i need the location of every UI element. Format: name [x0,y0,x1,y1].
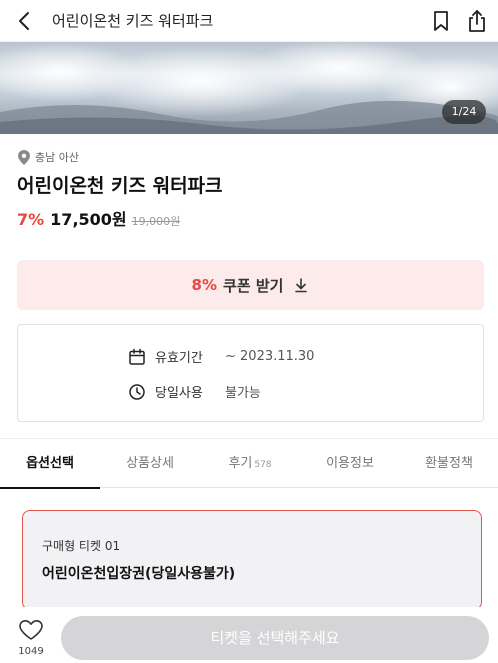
sameday-label: 당일사용 [155,386,203,401]
clock-icon [129,383,145,400]
option-name: 어린이온천입장권(당일사용불가) [42,566,236,582]
original-price: 19,000원 [131,215,181,228]
ticket-info-box: 유효기간 ~ 2023.11.30 당일사용 불가능 [17,324,484,422]
tab-label: 옵션선택 [26,456,74,471]
sale-price: 17,500원 [50,210,127,229]
review-count: 578 [254,460,272,470]
tab-option-select[interactable]: 옵션선택 [0,439,100,489]
tab-label: 환불정책 [425,456,473,471]
tab-label: 상품상세 [126,456,174,471]
bookmark-icon[interactable] [428,8,454,34]
validity-label: 유효기간 [155,351,203,366]
bottom-action-bar: 1049 티켓을 선택해주세요 [0,607,498,663]
location-pin-icon [18,149,30,165]
like-count: 1049 [18,646,44,657]
tab-usage-info[interactable]: 이용정보 [300,439,400,489]
validity-row: 유효기간 ~ 2023.11.30 [128,347,314,366]
location-text: 충남 아산 [35,151,79,164]
section-tabs: 옵션선택 상품상세 후기 578 이용정보 환불정책 [0,438,498,489]
discount-rate: 7% [17,210,45,229]
header-title: 어린이온천 키즈 워터파크 [52,12,214,30]
coupon-rate: 8% [191,276,218,294]
calendar-icon [129,348,145,365]
option-subtitle: 구매형 티켓 01 [42,539,121,553]
ticket-option-card[interactable]: 구매형 티켓 01 어린이온천입장권(당일사용불가) [22,510,482,610]
tab-label: 이용정보 [326,456,374,471]
sameday-value: 불가능 [225,386,261,401]
like-button[interactable]: 1049 [16,619,46,659]
validity-value: ~ 2023.11.30 [225,349,315,364]
sameday-row: 당일사용 불가능 [128,382,261,401]
heart-icon [19,620,43,640]
tab-reviews[interactable]: 후기 578 [200,439,300,489]
product-title: 어린이온천 키즈 워터파크 [17,175,223,197]
tab-refund-policy[interactable]: 환불정책 [400,439,498,489]
download-arrow-icon [295,278,308,293]
share-icon[interactable] [464,8,490,34]
coupon-label: 쿠폰 받기 [223,276,284,295]
coupon-download-button[interactable]: 8% 쿠폰 받기 [17,260,484,310]
back-arrow-icon[interactable] [12,8,38,34]
select-ticket-button[interactable]: 티켓을 선택해주세요 [61,616,489,660]
top-app-bar: 어린이온천 키즈 워터파크 [0,0,498,42]
water-splash-image [0,42,498,134]
location-row: 충남 아산 [18,149,79,165]
tab-label: 후기 [228,456,253,471]
image-counter: 1/24 [442,100,486,124]
tab-product-detail[interactable]: 상품상세 [100,439,200,489]
product-image-carousel[interactable]: 1/24 [0,42,498,134]
price-row: 7% 17,500원 19,000원 [17,206,180,230]
